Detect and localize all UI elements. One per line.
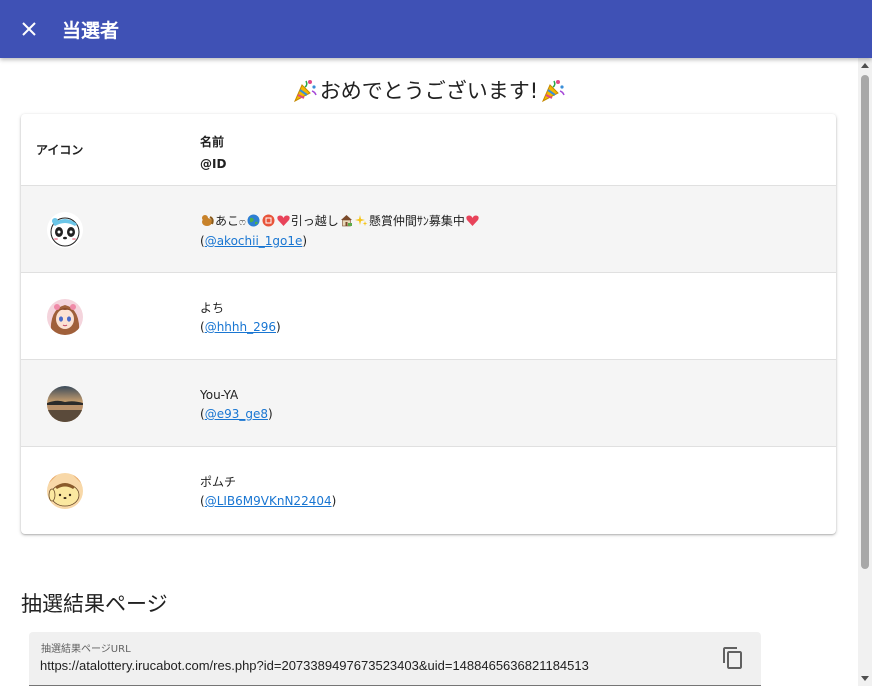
full-sign-icon bbox=[262, 214, 275, 227]
anime-girl-avatar bbox=[47, 299, 83, 335]
winner-name-part: ෆ bbox=[239, 217, 246, 228]
winner-name: You-YA bbox=[200, 388, 239, 402]
table-row: よち (@hhhh_296) bbox=[21, 273, 836, 360]
dialog-toolbar: 当選者 bbox=[0, 0, 872, 58]
scroll-down-arrow-icon[interactable] bbox=[861, 676, 869, 681]
paren: ) bbox=[276, 320, 281, 334]
winner-id: (@LIB6M9VKnN22404) bbox=[200, 492, 336, 511]
party-popper-icon bbox=[542, 80, 565, 103]
column-header-name-label: 名前 bbox=[200, 135, 225, 149]
table-row: ポムチ (@LIB6M9VKnN22404) bbox=[21, 447, 836, 534]
scroll-up-arrow-icon[interactable] bbox=[861, 63, 869, 68]
winner-name-part: 懸賞仲間ｻﾝ募集中 bbox=[368, 214, 465, 228]
table-header: アイコン 名前 @ID bbox=[21, 114, 836, 186]
close-icon bbox=[22, 22, 36, 36]
table-row: あこෆ 引っ越し 懸賞仲間ｻﾝ募集中 (@akochii_1go1e) bbox=[21, 186, 836, 273]
winner-info: You-YA (@e93_ge8) bbox=[200, 386, 273, 424]
winner-id: (@akochii_1go1e) bbox=[200, 232, 480, 251]
chipmunk-icon bbox=[202, 215, 214, 226]
winner-info: あこෆ 引っ越し 懸賞仲間ｻﾝ募集中 (@akochii_1go1e) bbox=[200, 212, 480, 251]
winner-id-link[interactable]: @e93_ge8 bbox=[205, 407, 268, 421]
paren: ) bbox=[331, 494, 337, 508]
congrats-text: おめでとうございます! bbox=[319, 79, 539, 103]
winner-name-part: あこ bbox=[215, 214, 240, 228]
sparkles-icon bbox=[354, 215, 368, 226]
winner-name: あこෆ 引っ越し 懸賞仲間ｻﾝ募集中 bbox=[200, 212, 480, 232]
column-header-name: 名前 @ID bbox=[200, 131, 226, 175]
column-header-id-label: @ID bbox=[200, 157, 227, 171]
column-header-icon: アイコン bbox=[36, 143, 84, 157]
winners-table: アイコン 名前 @ID あこෆ 引っ越し 懸賞仲間ｻﾝ募集中 (@akochii… bbox=[21, 114, 836, 534]
vertical-scrollbar[interactable] bbox=[858, 58, 872, 686]
winner-id: (@e93_ge8) bbox=[200, 405, 273, 424]
heart-icon bbox=[277, 215, 290, 226]
result-url-value[interactable]: https://atalottery.irucabot.com/res.php?… bbox=[40, 658, 589, 673]
copy-icon bbox=[723, 647, 742, 669]
sunset-lake-avatar bbox=[47, 386, 83, 422]
winner-info: ポムチ (@LIB6M9VKnN22404) bbox=[200, 473, 336, 511]
winner-name: ポムチ bbox=[200, 475, 237, 489]
party-popper-icon bbox=[293, 80, 317, 103]
result-url-label: 抽選結果ページURL bbox=[41, 644, 131, 655]
close-button[interactable] bbox=[0, 0, 58, 58]
congrats-heading: おめでとうございます! bbox=[0, 75, 858, 105]
paren: ) bbox=[302, 234, 308, 248]
winner-name: よち bbox=[200, 301, 225, 315]
dialog-content[interactable]: おめでとうございます! アイコン 名前 @ID あこෆ 引っ越し 懸賞仲間ｻﾝ募… bbox=[0, 58, 858, 686]
house-icon bbox=[340, 215, 352, 227]
scrollbar-thumb[interactable] bbox=[861, 75, 869, 569]
result-page-heading: 抽選結果ページ bbox=[21, 592, 168, 616]
dialog-title: 当選者 bbox=[62, 19, 120, 42]
winner-id-link[interactable]: @hhhh_296 bbox=[205, 320, 276, 334]
heart-icon bbox=[466, 215, 479, 226]
table-row: You-YA (@e93_ge8) bbox=[21, 360, 836, 447]
copy-url-button[interactable] bbox=[721, 646, 745, 670]
winner-id-link[interactable]: @LIB6M9VKnN22404 bbox=[205, 494, 332, 508]
result-url-field[interactable]: 抽選結果ページURL https://atalottery.irucabot.c… bbox=[29, 632, 761, 686]
panda-avatar bbox=[47, 212, 83, 248]
pompompurin-avatar bbox=[47, 473, 83, 509]
winner-name-part: 引っ越し bbox=[290, 214, 339, 228]
winner-id: (@hhhh_296) bbox=[200, 318, 281, 337]
winner-id-link[interactable]: @akochii_1go1e bbox=[205, 234, 303, 248]
globe-icon bbox=[247, 214, 260, 227]
paren: ) bbox=[267, 407, 273, 421]
winner-info: よち (@hhhh_296) bbox=[200, 299, 281, 337]
